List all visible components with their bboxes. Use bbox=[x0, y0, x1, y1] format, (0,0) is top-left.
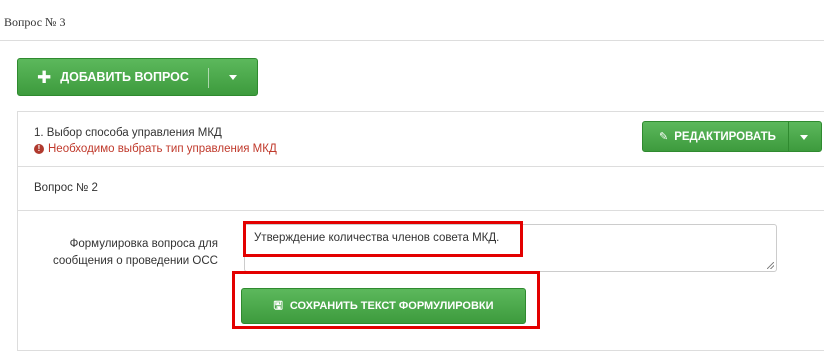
save-label: СОХРАНИТЬ ТЕКСТ ФОРМУЛИРОВКИ bbox=[289, 300, 494, 312]
resize-grip-icon[interactable] bbox=[767, 262, 774, 269]
add-question-button[interactable]: ✚ ДОБАВИТЬ ВОПРОС bbox=[17, 58, 258, 96]
button-separator bbox=[208, 68, 209, 88]
save-text-button[interactable]: 🖫 СОХРАНИТЬ ТЕКСТ ФОРМУЛИРОВКИ bbox=[241, 288, 526, 324]
panel-divider bbox=[18, 166, 824, 167]
section-divider bbox=[0, 40, 824, 41]
section-title: Вопрос № 3 bbox=[4, 15, 66, 29]
add-question-label: ДОБАВИТЬ ВОПРОС bbox=[60, 70, 189, 84]
button-separator bbox=[788, 122, 789, 151]
exclamation-circle-icon: ! bbox=[34, 144, 44, 154]
question-1-error: ! Необходимо выбрать тип управления МКД bbox=[34, 143, 277, 155]
caret-down-icon[interactable] bbox=[800, 135, 808, 140]
question-1-error-text: Необходимо выбрать тип управления МКД bbox=[48, 143, 277, 155]
floppy-disk-icon: 🖫 bbox=[273, 299, 283, 312]
textarea-highlight-box bbox=[243, 221, 523, 257]
plus-icon: ✚ bbox=[37, 67, 52, 87]
question-2-title: Вопрос № 2 bbox=[34, 182, 98, 194]
caret-down-icon[interactable] bbox=[229, 75, 237, 80]
edit-question-button[interactable]: ✎ РЕДАКТИРОВАТЬ bbox=[642, 121, 822, 152]
edit-label: РЕДАКТИРОВАТЬ bbox=[674, 130, 776, 143]
question-1-title: 1. Выбор способа управления МКД bbox=[34, 127, 222, 139]
pencil-icon: ✎ bbox=[659, 131, 669, 143]
form-label: Формулировка вопроса для сообщения о про… bbox=[53, 238, 218, 267]
question-2-divider bbox=[18, 210, 824, 211]
